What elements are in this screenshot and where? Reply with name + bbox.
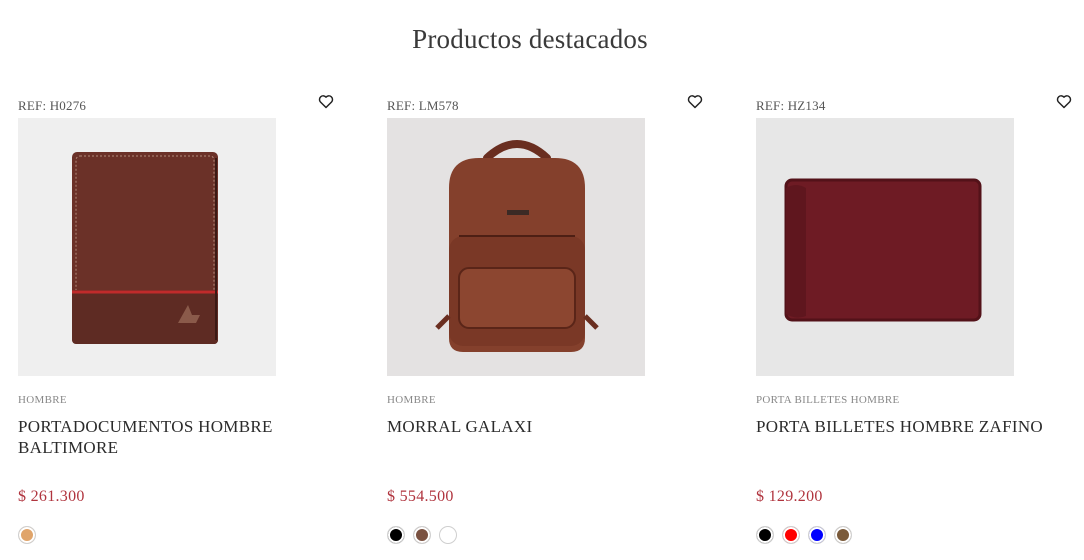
product-name[interactable]: PORTADOCUMENTOS HOMBRE BALTIMORE (18, 416, 318, 458)
color-swatch[interactable] (756, 526, 774, 544)
color-swatches (387, 526, 457, 544)
heart-icon[interactable] (1056, 94, 1076, 112)
product-image[interactable] (18, 118, 276, 376)
product-name[interactable]: PORTA BILLETES HOMBRE ZAFINO (756, 416, 1056, 437)
product-image[interactable] (756, 118, 1014, 376)
product-ref: REF: HZ134 (756, 98, 826, 113)
product-category: HOMBRE (387, 394, 436, 406)
color-swatches (18, 526, 36, 544)
product-ref: REF: LM578 (387, 98, 459, 113)
color-swatch[interactable] (413, 526, 431, 544)
product-ref: REF: H0276 (18, 98, 87, 113)
product-image[interactable] (387, 118, 645, 376)
product-category: HOMBRE (18, 394, 67, 406)
section-title: Productos destacados (412, 24, 648, 54)
product-name[interactable]: MORRAL GALAXI (387, 416, 687, 437)
color-swatch[interactable] (439, 526, 457, 544)
product-card[interactable]: REF: HZ134 PORTA BILLETES HOMBRE PORTA B… (756, 94, 1084, 560)
color-swatch[interactable] (387, 526, 405, 544)
color-swatch[interactable] (834, 526, 852, 544)
color-swatch[interactable] (808, 526, 826, 544)
heart-icon[interactable] (687, 94, 707, 112)
heart-icon[interactable] (318, 94, 338, 112)
color-swatch[interactable] (782, 526, 800, 544)
product-price: $ 261.300 (18, 488, 85, 505)
product-price: $ 129.200 (756, 488, 823, 505)
product-category: PORTA BILLETES HOMBRE (756, 394, 900, 406)
color-swatches (756, 526, 852, 544)
product-card[interactable]: REF: LM578 HOMBRE MORRAL GALAXI $ 554.50… (387, 94, 717, 560)
color-swatch[interactable] (18, 526, 36, 544)
product-card[interactable]: REF: H0276 HOMBRE PORTADOCUMENTOS HOMBRE… (18, 94, 348, 560)
product-price: $ 554.500 (387, 488, 454, 505)
